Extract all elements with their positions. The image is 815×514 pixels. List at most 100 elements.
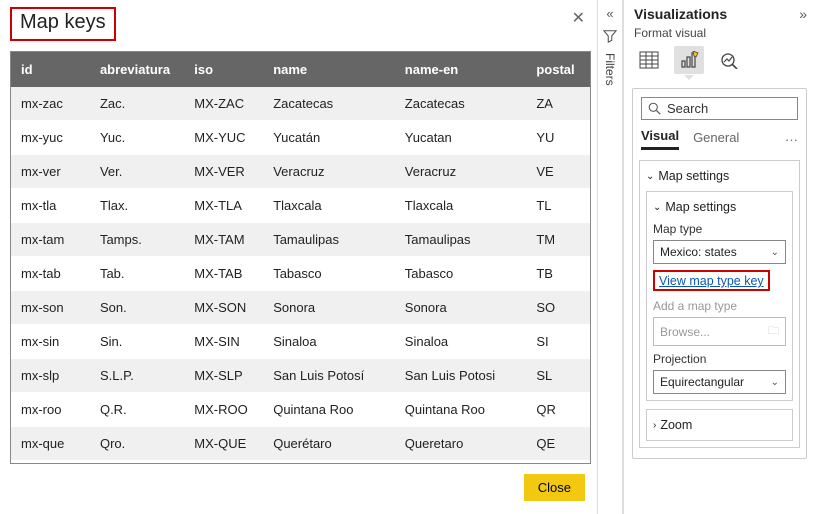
chevron-down-icon: ⌄ <box>653 202 661 213</box>
cell-name: Veracruz <box>263 155 395 189</box>
close-button[interactable]: Close <box>524 474 585 501</box>
col-header-iso[interactable]: iso <box>184 52 263 87</box>
expand-right-icon[interactable]: » <box>799 6 807 22</box>
cell-id: mx-slp <box>11 359 90 393</box>
cell-abr: Tab. <box>90 257 184 291</box>
cell-iso: MX-ZAC <box>184 87 263 121</box>
map-keys-table-scroll[interactable]: id abreviatura iso name name-en postal m… <box>10 51 591 464</box>
cell-nameen: Sonora <box>395 291 527 325</box>
cell-nameen: Veracruz <box>395 155 527 189</box>
table-row[interactable]: mx-zacZac.MX-ZACZacatecasZacatecasZA <box>11 87 590 121</box>
cell-postal: ZA <box>526 87 590 121</box>
cell-name: San Luis Potosí <box>263 359 395 393</box>
build-visual-icon[interactable] <box>634 46 664 74</box>
chevron-down-icon: ⌄ <box>646 171 654 182</box>
cell-abr: S.L.P. <box>90 359 184 393</box>
cell-name: Tamaulipas <box>263 223 395 257</box>
cell-name: Quintana Roo <box>263 393 395 427</box>
search-placeholder: Search <box>667 101 708 116</box>
format-visual-icon[interactable] <box>674 46 704 74</box>
cell-abr: Q.R. <box>90 393 184 427</box>
cell-id: mx-yuc <box>11 121 90 155</box>
section-map-settings-header[interactable]: ⌄ Map settings <box>646 167 793 185</box>
table-row[interactable]: mx-yucYuc.MX-YUCYucatánYucatanYU <box>11 121 590 155</box>
cell-postal: SL <box>526 359 590 393</box>
collapse-left-icon[interactable]: « <box>606 6 613 21</box>
projection-select[interactable]: Equirectangular ⌄ <box>653 370 786 394</box>
cell-iso: MX-TLA <box>184 189 263 223</box>
cell-postal: QE <box>526 427 590 461</box>
subsection-map-settings-header[interactable]: ⌄ Map settings <box>653 198 786 216</box>
format-search-input[interactable]: Search <box>641 97 798 120</box>
cell-abr: Ver. <box>90 155 184 189</box>
browse-icon: 🗀 <box>768 322 779 341</box>
cell-iso: MX-TAM <box>184 223 263 257</box>
section-zoom: › Zoom <box>646 409 793 441</box>
projection-value: Equirectangular <box>660 375 744 389</box>
table-row[interactable]: mx-tabTab.MX-TABTabascoTabascoTB <box>11 257 590 291</box>
table-row[interactable]: mx-slpS.L.P.MX-SLPSan Luis PotosíSan Lui… <box>11 359 590 393</box>
chevron-right-icon: › <box>653 420 656 431</box>
filters-label[interactable]: Filters <box>603 53 617 86</box>
col-header-id[interactable]: id <box>11 52 90 87</box>
cell-id: mx-roo <box>11 393 90 427</box>
projection-label: Projection <box>653 352 786 366</box>
cell-abr: Sin. <box>90 325 184 359</box>
analytics-icon[interactable] <box>714 46 744 74</box>
cell-postal: VE <box>526 155 590 189</box>
chevron-down-icon: ⌄ <box>771 377 779 388</box>
table-row[interactable]: mx-tamTamps.MX-TAMTamaulipasTamaulipasTM <box>11 223 590 257</box>
cell-name: Zacatecas <box>263 87 395 121</box>
tab-general[interactable]: General <box>693 130 739 149</box>
table-row[interactable]: mx-sinSin.MX-SINSinaloaSinaloaSI <box>11 325 590 359</box>
cell-iso: MX-SLP <box>184 359 263 393</box>
close-icon[interactable]: ✕ <box>572 8 585 28</box>
map-type-select[interactable]: Mexico: states ⌄ <box>653 240 786 264</box>
map-keys-table: id abreviatura iso name name-en postal m… <box>11 52 590 464</box>
section-zoom-header[interactable]: › Zoom <box>653 416 786 434</box>
cell-nameen: Sinaloa <box>395 325 527 359</box>
view-map-type-key-link[interactable]: View map type key <box>659 274 764 288</box>
cell-id: mx-sin <box>11 325 90 359</box>
format-panel: Search Visual General ··· ⌄ Map settings… <box>632 88 807 459</box>
cell-iso: MX-SON <box>184 291 263 325</box>
cell-postal: TL <box>526 189 590 223</box>
add-map-type-label: Add a map type <box>653 299 786 313</box>
filters-icon[interactable] <box>603 29 617 43</box>
cell-postal: SI <box>526 325 590 359</box>
view-map-type-key-highlight: View map type key <box>653 270 770 291</box>
tab-more-icon[interactable]: ··· <box>785 132 798 147</box>
table-row[interactable]: mx-tlaTlax.MX-TLATlaxcalaTlaxcalaTL <box>11 189 590 223</box>
map-type-label: Map type <box>653 222 786 236</box>
cell-id: mx-tam <box>11 223 90 257</box>
tab-visual[interactable]: Visual <box>641 128 679 150</box>
cell-name: Sinaloa <box>263 325 395 359</box>
cell-postal: TM <box>526 223 590 257</box>
visualizations-pane: Visualizations » Format visual Search Vi… <box>623 0 815 514</box>
table-row[interactable]: mx-verVer.MX-VERVeracruzVeracruzVE <box>11 155 590 189</box>
cell-postal: TB <box>526 257 590 291</box>
cell-abr: Zac. <box>90 87 184 121</box>
browse-map-type-input[interactable]: Browse... 🗀 <box>653 317 786 346</box>
table-row[interactable]: mx-queQro.MX-QUEQuerétaroQueretaroQE <box>11 427 590 461</box>
cell-postal: YU <box>526 121 590 155</box>
cell-abr: Tlax. <box>90 189 184 223</box>
subsection-map-settings-label: Map settings <box>665 200 736 214</box>
table-row[interactable]: mx-sonSon.MX-SONSonoraSonoraSO <box>11 291 590 325</box>
map-type-value: Mexico: states <box>660 245 737 259</box>
cell-iso: MX-YUC <box>184 121 263 155</box>
cell-iso: MX-SIN <box>184 325 263 359</box>
cell-nameen: Zacatecas <box>395 87 527 121</box>
subsection-map-settings: ⌄ Map settings Map type Mexico: states ⌄… <box>646 191 793 401</box>
col-header-postal[interactable]: postal <box>526 52 590 87</box>
cell-abr: Tamps. <box>90 223 184 257</box>
col-header-nameen[interactable]: name-en <box>395 52 527 87</box>
cell-id: mx-tab <box>11 257 90 291</box>
search-icon <box>648 102 661 115</box>
col-header-name[interactable]: name <box>263 52 395 87</box>
table-row[interactable]: mx-rooQ.R.MX-ROOQuintana RooQuintana Roo… <box>11 393 590 427</box>
visualizations-title: Visualizations <box>634 6 727 22</box>
cell-iso: MX-TAB <box>184 257 263 291</box>
col-header-abr[interactable]: abreviatura <box>90 52 184 87</box>
cell-nameen: Tamaulipas <box>395 223 527 257</box>
